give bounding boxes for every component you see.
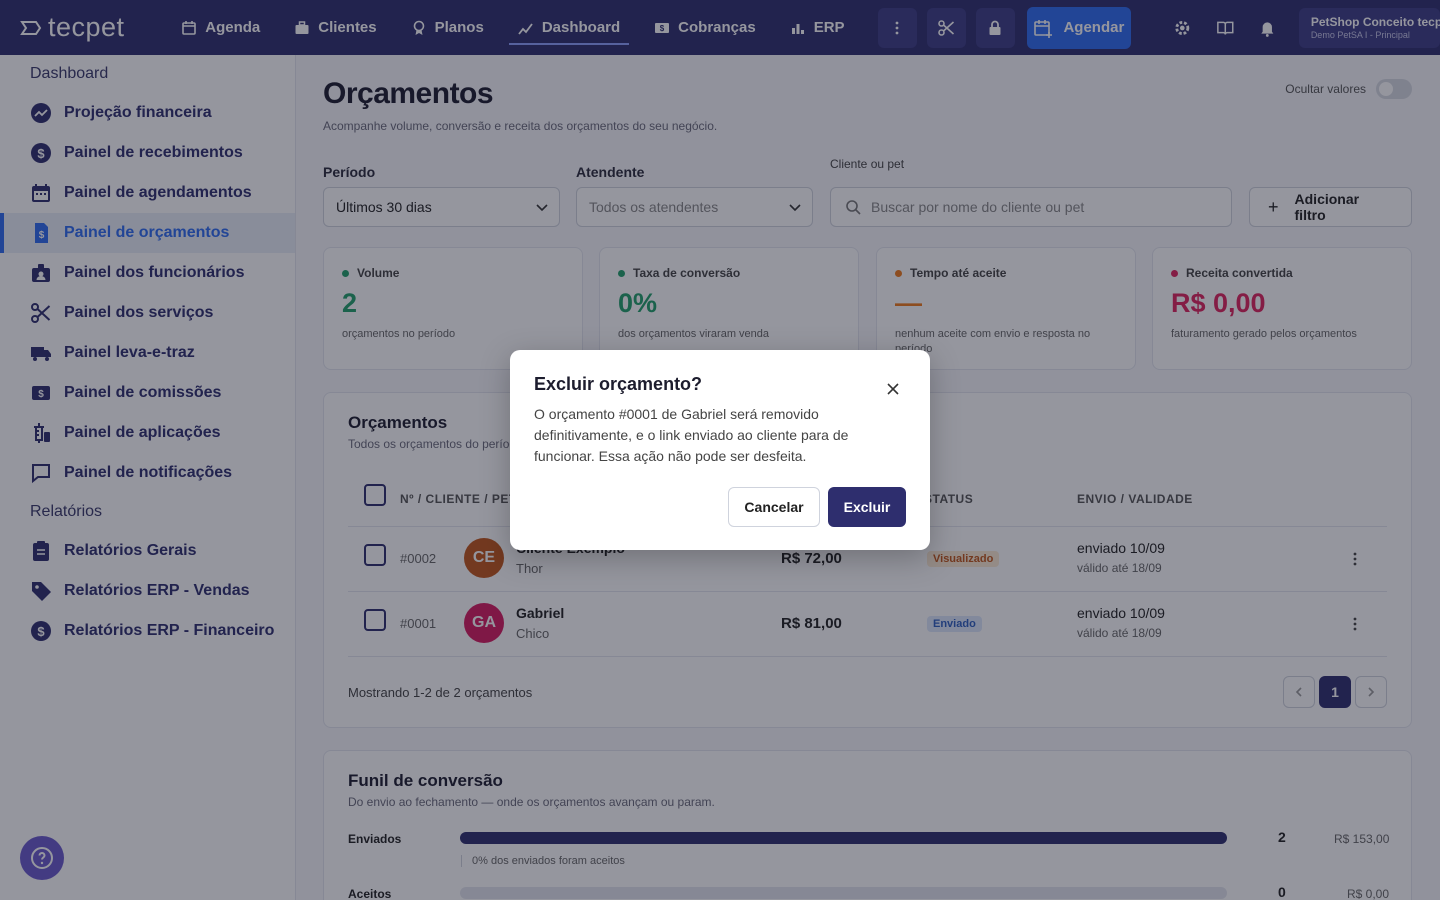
- close-icon[interactable]: [886, 382, 900, 396]
- dialog-message: O orçamento #0001 de Gabriel será removi…: [534, 406, 849, 464]
- cancel-button[interactable]: Cancelar: [728, 487, 820, 527]
- dialog-title: Excluir orçamento?: [534, 374, 703, 394]
- confirm-delete-button[interactable]: Excluir: [828, 487, 906, 527]
- delete-quote-dialog: Excluir orçamento? O orçamento #0001 de …: [510, 350, 930, 550]
